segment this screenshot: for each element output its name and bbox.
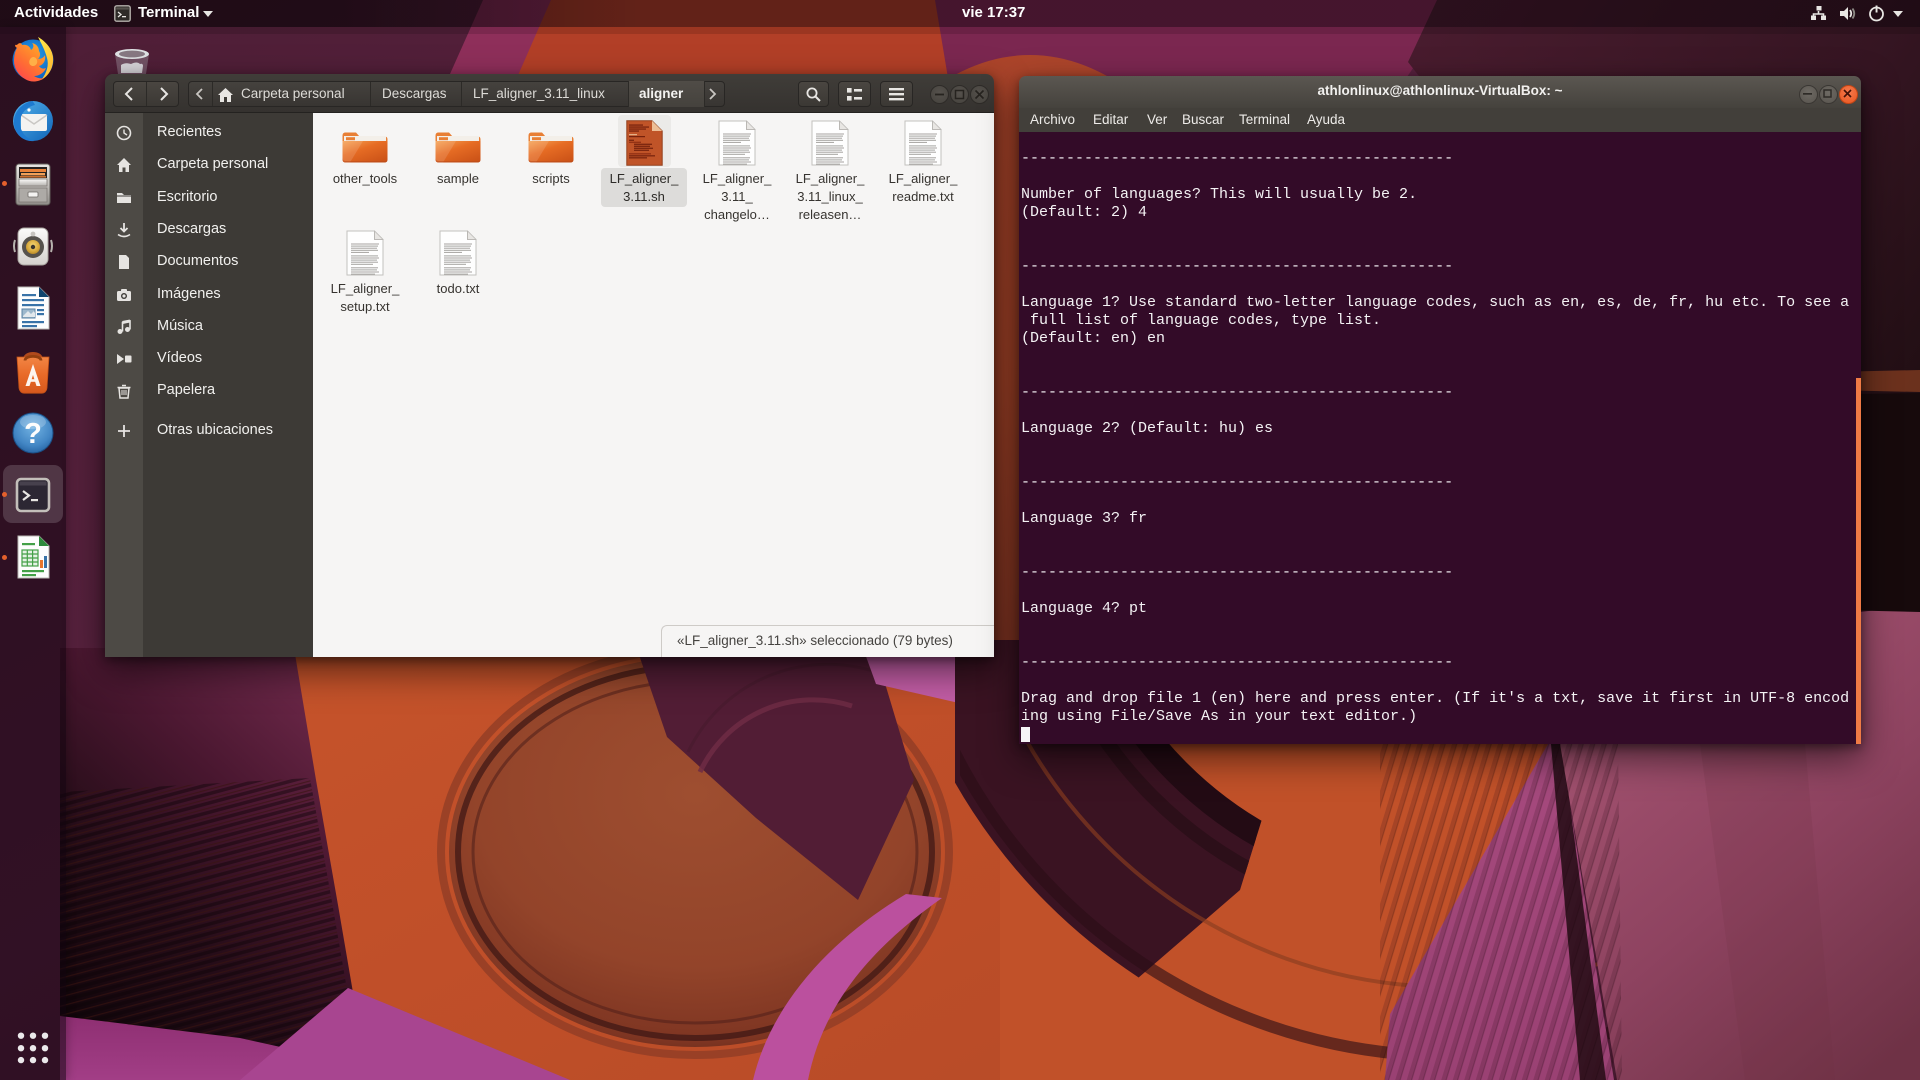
svg-text:?: ? [24,418,42,450]
